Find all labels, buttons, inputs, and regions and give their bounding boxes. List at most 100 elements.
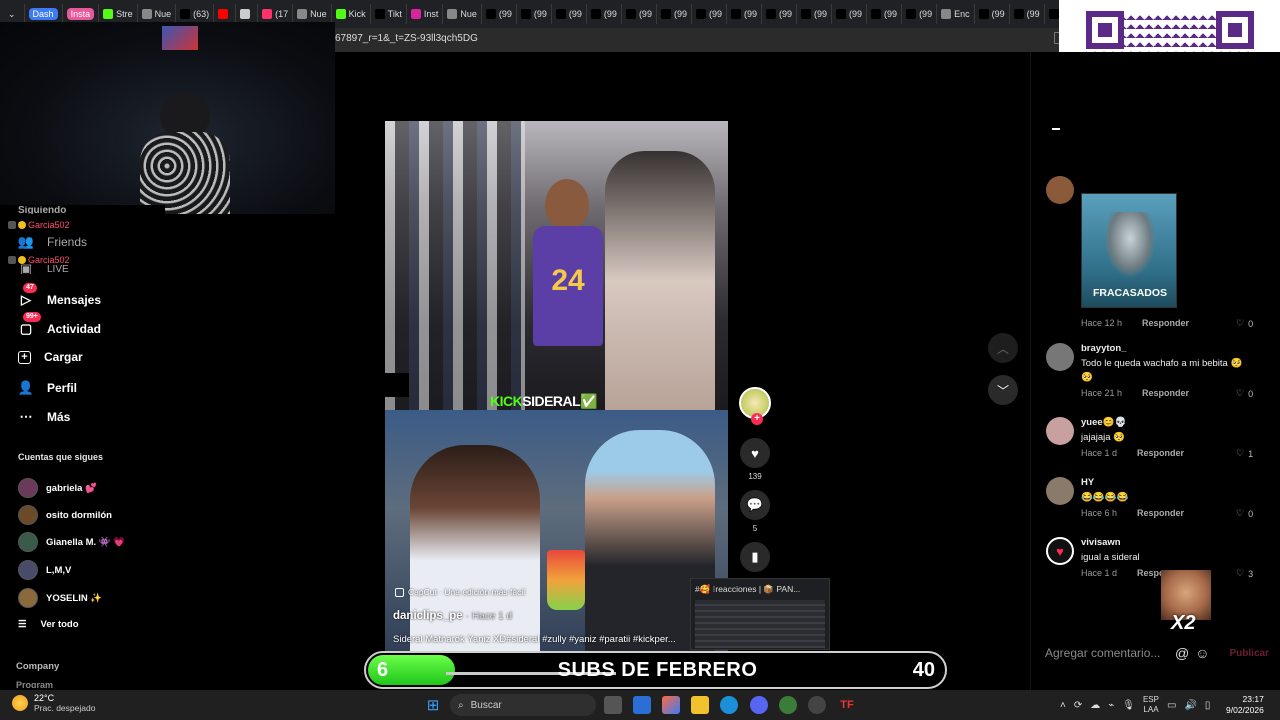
volume-icon[interactable]: 🔊 [1184,700,1196,711]
video-author[interactable]: daniclips_pe · Hace 1 d [393,610,512,622]
browser-tab[interactable]: Inst [405,4,443,24]
usb-icon[interactable]: ⌁ [1108,700,1114,711]
comment-like-button[interactable]: ♡ 0 [1236,388,1253,399]
browser-tab[interactable]: (99 [620,4,656,24]
tf-app-icon[interactable]: TF [838,696,856,714]
comment-username[interactable]: vivisawn [1081,537,1121,548]
task-view-icon[interactable] [604,696,622,714]
browser-tab[interactable]: Nue [136,4,176,24]
comment-placeholder[interactable]: Agregar comentario... [1045,646,1169,660]
previous-video-button[interactable]: ︿ [988,333,1018,363]
following-account[interactable]: osito dormilón [18,505,112,525]
browser-tab[interactable]: (99 [831,4,866,24]
browser-tab[interactable] [235,4,257,24]
following-account[interactable]: Gianella M. 👾 💗 [18,532,125,552]
file-explorer-icon[interactable] [691,696,709,714]
browser-tab[interactable]: (99 [585,4,621,24]
follow-plus-icon[interactable]: + [751,413,763,425]
browser-tab[interactable]: Kick [330,4,370,24]
reply-button[interactable]: Responder [1142,388,1189,398]
edge-icon[interactable] [720,696,738,714]
reply-button[interactable]: Responder [1137,508,1184,518]
browser-tab[interactable]: (63) [175,4,213,24]
comment-button[interactable]: 💬 5 [738,490,772,533]
comment-input[interactable]: Agregar comentario... @ ☺ Publicar [1045,640,1270,666]
browser-tab[interactable] [213,4,235,24]
creator-avatar-button[interactable]: + [738,387,772,425]
comment-like-button[interactable]: ♡ 0 [1236,318,1253,329]
browser-tab[interactable]: (99 [655,4,691,24]
tab-list-dropdown[interactable]: ⌄ [0,4,24,24]
comment-avatar[interactable] [1046,176,1074,204]
browser-tab[interactable]: (99 [796,4,831,24]
comment-avatar[interactable]: ♥ [1046,537,1074,565]
discord-window-preview[interactable]: #🥰 ⁝reacciones | 📦 PAN... [690,578,830,650]
battery-icon[interactable]: ▯ [1205,700,1211,711]
footer-program[interactable]: Program [16,680,53,688]
see-all-link[interactable]: ☰ Ver todo [18,619,79,630]
browser-tab[interactable]: (99 [973,4,1009,24]
browser-tab[interactable]: (99 [761,4,796,24]
comment-like-button[interactable]: ♡ 1 [1236,448,1253,459]
store-icon[interactable] [633,696,651,714]
browser-tab[interactable]: (99 [901,4,936,24]
comment-avatar[interactable] [1046,417,1074,445]
language-indicator[interactable]: ESP LAA [1143,695,1159,715]
emoji-icon[interactable]: ☺ [1195,645,1209,661]
discord-icon[interactable] [750,696,768,714]
app-icon[interactable] [779,696,797,714]
comment-username[interactable]: yuee😊💀 [1081,417,1126,428]
capcut-tag[interactable]: CapCut · Una edición más fácil [395,587,525,597]
comment-like-button[interactable]: ♡ 0 [1236,508,1253,519]
following-account[interactable]: L,M,V [18,560,71,580]
obs-icon[interactable] [808,696,826,714]
browser-tab[interactable]: Enc [936,4,974,24]
nav-messages[interactable]: ▷ 47 Mensajes [18,283,101,308]
browser-tab[interactable]: Dash [23,4,62,24]
browser-tab[interactable]: (99 [1008,4,1044,24]
browser-tab[interactable]: (99 [866,4,901,24]
taskbar-search[interactable]: ⌕ Buscar [450,694,596,716]
nav-activity[interactable]: ▢ 99+ Actividad [18,312,101,337]
like-button[interactable]: ♥ 139 [738,438,772,481]
video-player[interactable]: 24 KICKSIDERAL✅ CapCut · Una edición más… [385,121,728,657]
browser-tab[interactable]: (99 [550,4,586,24]
weather-widget[interactable]: 22°C Prac. despejado [12,693,95,713]
comment-username[interactable]: brayyton_ [1081,343,1126,354]
browser-tab[interactable]: (99 [480,4,516,24]
nav-more[interactable]: ⋯ Más [18,409,71,425]
publish-button[interactable]: Publicar [1230,648,1269,659]
address-bar[interactable]: 67897_r=1&_t=ZS-93ll3qch5DG [335,28,1060,52]
reply-button[interactable]: Responder [1137,448,1184,458]
browser-tab[interactable]: Insta [61,4,99,24]
nav-following-partial[interactable]: Siguiendo [18,206,66,214]
microphone-icon[interactable]: 🎙 [1122,700,1135,711]
browser-tab[interactable]: (99 [1043,4,1060,24]
following-account[interactable]: gabriela 💕 [18,478,97,498]
nav-upload[interactable]: + Cargar [18,350,83,364]
taskbar-clock[interactable]: 23:17 9/02/2026 [1226,694,1264,716]
next-video-button[interactable]: ﹀ [988,375,1018,405]
comment-avatar[interactable] [1046,343,1074,371]
comment-like-button[interactable]: ♡ 3 [1236,568,1253,579]
reply-button[interactable]: Responder [1142,318,1189,328]
comment-username[interactable]: HY [1081,477,1094,488]
browser-tab[interactable]: Nue [292,4,331,24]
nav-friends[interactable]: 👥 Friends [18,234,87,250]
browser-tab[interactable]: (99 [725,4,761,24]
browser-tab[interactable]: Tikt [369,4,406,24]
footer-company[interactable]: Company [16,661,59,672]
network-icon[interactable]: ▭ [1167,700,1176,711]
browser-tab[interactable]: (99 [515,4,551,24]
sync-icon[interactable]: ⟳ [1074,700,1082,711]
onedrive-icon[interactable]: ☁ [1090,700,1100,711]
windows-start-icon[interactable]: ⊞ [424,696,442,714]
mention-icon[interactable]: @ [1175,645,1189,661]
bookmark-button[interactable]: ▮ [738,542,772,572]
browser-tab[interactable]: Nue [442,4,481,24]
comment-avatar[interactable] [1046,477,1074,505]
nav-profile[interactable]: 👤 Perfil [18,380,77,396]
browser-tab[interactable]: (99 [690,4,726,24]
following-account[interactable]: YOSELIN ✨ [18,588,102,608]
chevron-up-icon[interactable]: ˄ [1060,700,1066,711]
